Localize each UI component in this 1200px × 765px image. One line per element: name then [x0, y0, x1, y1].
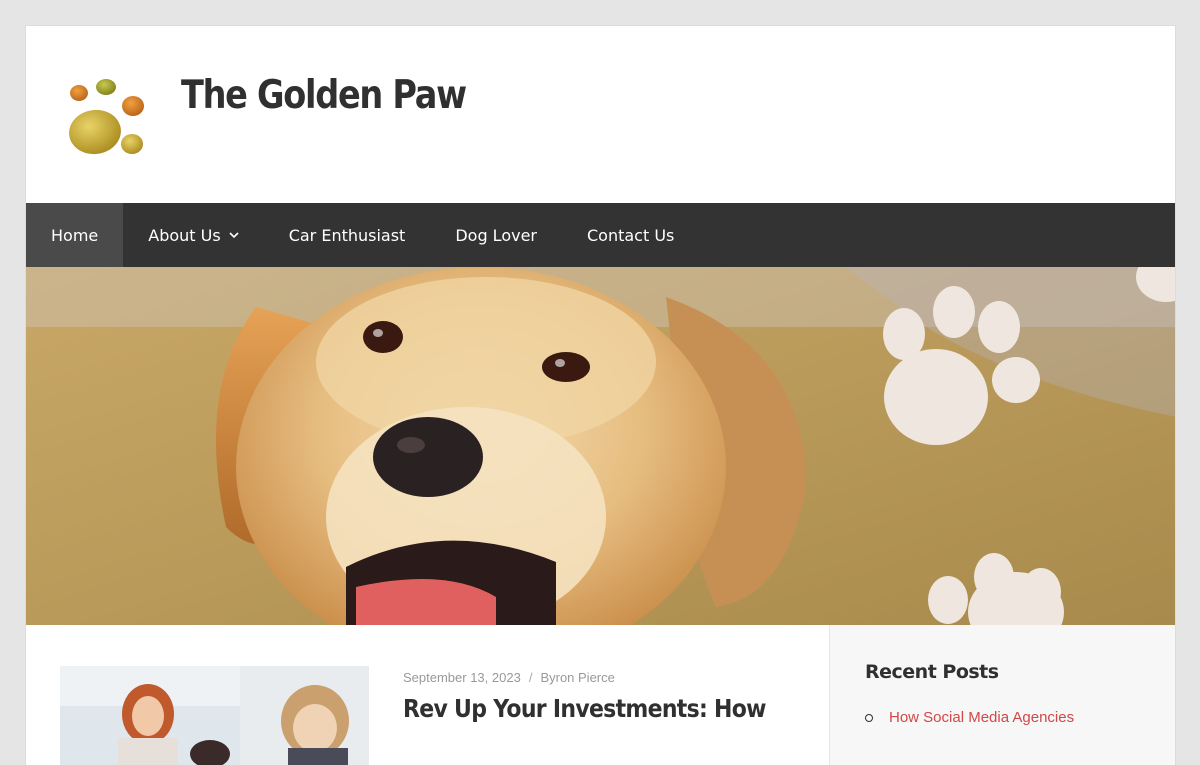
- post-title[interactable]: Rev Up Your Investments: How: [403, 693, 823, 725]
- nav-item-home[interactable]: Home: [26, 203, 124, 267]
- meta-separator: /: [528, 670, 533, 685]
- nav-item-label: Home: [51, 225, 99, 245]
- page-container: The Golden Paw Home About Us Car Enthusi…: [25, 25, 1176, 765]
- site-header: The Golden Paw: [26, 26, 1175, 203]
- site-title[interactable]: The Golden Paw: [181, 73, 467, 118]
- post-thumbnail[interactable]: [60, 666, 369, 765]
- list-item[interactable]: How Social Media Agencies: [865, 709, 1074, 726]
- nav-item-label: About Us: [148, 225, 221, 245]
- content-area: September 13, 2023 / Byron Pierce Rev Up Y…: [26, 625, 1175, 765]
- nav-item-car-enthusiast[interactable]: Car Enthusiast: [264, 203, 431, 267]
- sidebar: Recent Posts How Social Media Agencies: [829, 625, 1175, 765]
- recent-posts-heading: Recent Posts: [865, 661, 999, 683]
- paw-logo[interactable]: [64, 76, 154, 166]
- recent-post-link[interactable]: How Social Media Agencies: [889, 709, 1074, 726]
- nav-item-dog-lover[interactable]: Dog Lover: [430, 203, 562, 267]
- nav-item-label: Car Enthusiast: [288, 225, 406, 245]
- nav-item-label: Dog Lover: [455, 225, 537, 245]
- post-meta: September 13, 2023 / Byron Pierce: [403, 670, 615, 685]
- hero-header-image: [26, 267, 1175, 625]
- main-navigation: Home About Us Car Enthusiast Dog Lover C…: [26, 203, 1175, 267]
- circle-bullet-icon: [865, 713, 873, 722]
- nav-item-about-us[interactable]: About Us: [123, 203, 263, 267]
- post-author[interactable]: Byron Pierce: [540, 670, 614, 685]
- post-title-text: Rev Up Your Investments: How: [403, 694, 766, 723]
- chevron-down-icon: [229, 232, 239, 239]
- post-date[interactable]: September 13, 2023: [403, 670, 521, 685]
- nav-item-label: Contact Us: [587, 225, 675, 245]
- recent-posts-list: How Social Media Agencies: [865, 709, 1074, 726]
- nav-item-contact-us[interactable]: Contact Us: [562, 203, 699, 267]
